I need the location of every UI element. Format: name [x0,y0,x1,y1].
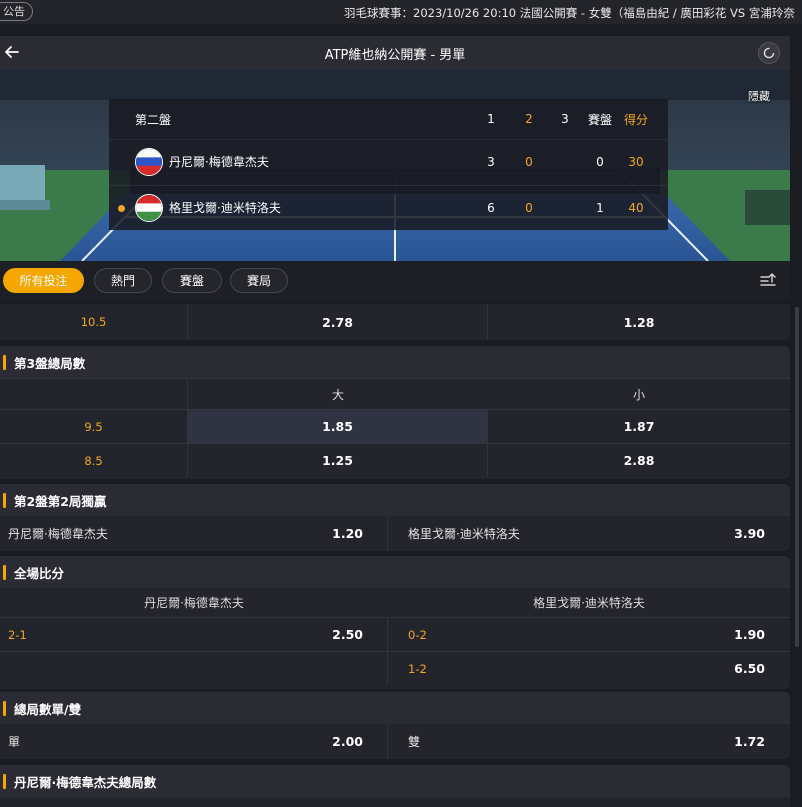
odd-odds: 2.00 [332,734,363,749]
away-score-odds-button[interactable]: 1-2 6.50 [388,652,790,685]
home-player-name: 丹尼爾·梅德韋杰夫 [8,527,108,541]
russia-flag-icon [135,148,163,176]
away-odds: 3.90 [734,526,765,541]
odd-odds-button[interactable]: 單 2.00 [0,724,388,759]
odds-row: 丹尼爾·梅德韋杰夫 1.20 格里戈爾·迪米特洛夫 3.90 [0,516,790,551]
over-odds-button[interactable]: 2.78 [188,304,488,340]
line-value: 9.5 [0,410,188,443]
even-odds-button[interactable]: 雙 1.72 [388,724,790,759]
announcement-ticker: 公告 羽毛球賽事：2023/10/26 20:10 法國公開賽 - 女雙（福島由… [0,0,802,24]
col-set1: 1 [487,112,495,126]
home-column-label: 丹尼爾·梅德韋杰夫 [144,596,244,610]
player1-sets: 0 [596,154,604,169]
score-label: 1-2 [408,661,427,676]
correct-score-panel: 全場比分 丹尼爾·梅德韋杰夫 格里戈爾·迪米特洛夫 2-1 2.50 0-2 1… [0,556,790,689]
under-odds-button[interactable]: 2.88 [488,444,790,477]
scoreboard-header: 第二盤 1 2 3 賽盤 得分 [109,99,668,139]
panel-title[interactable]: 丹尼爾·梅德韋杰夫總局數 [0,765,790,797]
col-set2: 2 [525,112,533,126]
under-odds-button[interactable]: 1.87 [488,410,790,443]
over-odds-button[interactable]: 1.25 [188,444,488,477]
tab-sets[interactable]: 賽盤 [162,268,222,293]
tab-all-bets[interactable]: 所有投注 [3,268,84,293]
even-odds: 1.72 [734,734,765,749]
partial-market-panel: 10.5 2.78 1.28 [0,304,790,340]
score-odds: 6.50 [734,661,765,676]
over-odds-button[interactable]: 1.85 [188,410,488,443]
player-total-games-panel: 丹尼爾·梅德韋杰夫總局數 [0,765,790,807]
announcement-badge[interactable]: 公告 [0,2,33,21]
away-player-name: 格里戈爾·迪米特洛夫 [408,527,520,541]
panel-title[interactable]: 全場比分 [0,556,790,588]
odd-label: 單 [8,735,21,749]
panel-title[interactable]: 第2盤第2局獨贏 [0,484,790,516]
odds-row: 8.5 1.25 2.88 [0,443,790,477]
line-value: 10.5 [0,304,188,340]
home-odds-button[interactable]: 丹尼爾·梅德韋杰夫 1.20 [0,516,388,551]
match-header: ATP維也納公開賽 - 男單 [0,36,790,70]
panel-title[interactable]: 第3盤總局數 [0,346,790,378]
score-odds: 1.90 [734,627,765,642]
scoreboard-row-player2: 格里戈爾·迪米特洛夫 6 0 1 40 [109,185,668,229]
tab-games[interactable]: 賽局 [230,268,288,293]
set3-total-games-panel: 第3盤總局數 大 小 9.5 1.85 1.87 8.5 1.25 2.88 [0,346,790,479]
player2-points: 40 [628,200,644,215]
hungary-flag-icon [135,194,163,222]
over-under-header: 大 小 [0,378,790,409]
odds-row: 單 2.00 雙 1.72 [0,724,790,759]
player1-set2: 0 [525,154,533,169]
player1-set1: 3 [487,154,495,169]
player1-points: 30 [628,154,644,169]
player1-name: 丹尼爾·梅德韋杰夫 [169,155,269,169]
scrollbar-thumb[interactable] [795,307,799,647]
player2-set2: 0 [525,200,533,215]
over-label: 大 [331,387,344,402]
collapse-sort-icon[interactable] [759,272,777,290]
player2-name: 格里戈爾·迪米特洛夫 [169,201,281,215]
hide-scoreboard-link[interactable]: 隱藏 [748,88,770,104]
player2-set1: 6 [487,200,495,215]
away-odds-button[interactable]: 格里戈爾·迪米特洛夫 3.90 [388,516,790,551]
col-sets: 賽盤 [587,112,612,127]
panel-title[interactable]: 總局數單/雙 [0,692,790,724]
tab-popular[interactable]: 熱門 [94,268,152,293]
col-set3: 3 [561,112,569,126]
line-value: 8.5 [0,444,188,477]
odds-row: 2-1 2.50 0-2 1.90 [0,617,790,651]
away-score-odds-button[interactable]: 0-2 1.90 [388,618,790,651]
score-label: 0-2 [408,627,427,642]
even-label: 雙 [408,735,421,749]
home-score-odds-button[interactable]: 2-1 2.50 [0,618,388,651]
col-points: 得分 [623,112,648,127]
under-label: 小 [632,387,645,402]
announcement-message: 羽毛球賽事：2023/10/26 20:10 法國公開賽 - 女雙（福島由紀 /… [344,6,795,20]
odds-row: 10.5 2.78 1.28 [0,304,790,340]
odds-row: 1-2 6.50 [0,651,790,685]
current-set-label: 第二盤 [135,112,172,127]
under-odds-button[interactable]: 1.28 [488,304,790,340]
refresh-icon[interactable] [758,42,780,64]
odd-even-panel: 總局數單/雙 單 2.00 雙 1.72 [0,692,790,759]
back-arrow-icon[interactable] [2,42,22,62]
market-tabs: 所有投注 熱門 賽盤 賽局 [0,261,790,301]
scoreboard-row-player1: 丹尼爾·梅德韋杰夫 3 0 0 30 [109,139,668,183]
score-odds: 2.50 [332,627,363,642]
serving-indicator-icon [118,205,125,212]
score-label: 2-1 [8,627,27,642]
home-odds: 1.20 [332,526,363,541]
away-column-label: 格里戈爾·迪米特洛夫 [533,596,645,610]
match-title: ATP維也納公開賽 - 男單 [324,47,466,63]
scoreboard: 第二盤 1 2 3 賽盤 得分 丹尼爾·梅德韋杰夫 3 0 0 30 格里戈爾·… [109,99,668,230]
player2-sets: 1 [596,200,604,215]
set2-game2-winner-panel: 第2盤第2局獨贏 丹尼爾·梅德韋杰夫 1.20 格里戈爾·迪米特洛夫 3.90 [0,484,790,551]
odds-row: 9.5 1.85 1.87 [0,409,790,443]
correct-score-header: 丹尼爾·梅德韋杰夫 格里戈爾·迪米特洛夫 [0,588,790,617]
